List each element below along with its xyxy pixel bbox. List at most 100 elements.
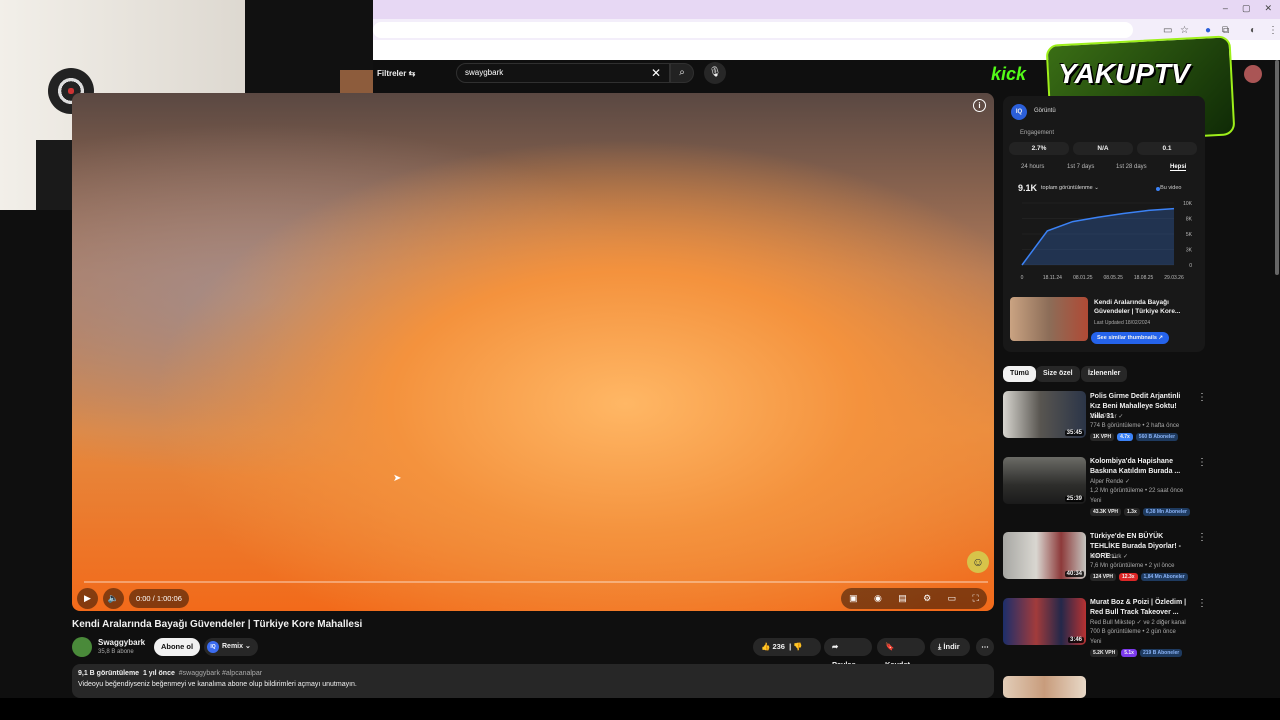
share-button[interactable]: ➦ Paylaş [824,638,872,669]
range-tab-all[interactable]: Hepsi [1170,164,1187,171]
chart-x-tick: 29.03.26 [1164,275,1184,281]
subscribers-badge: 560 B Aboneler [1135,433,1179,441]
scrollbar[interactable] [1275,60,1279,275]
profile-icon[interactable]: ◐ [1250,25,1256,36]
mute-button[interactable]: 🔈 [103,588,124,609]
filters-label: Filtreler [377,69,407,78]
window-controls[interactable]: – ▢ ✕ [1223,3,1272,14]
subscribers-badge: 219 B Aboneler [1139,649,1183,657]
more-options-icon[interactable]: ⋮ [1197,532,1207,543]
more-options-icon[interactable]: ⋮ [1197,392,1207,403]
voice-search-button[interactable]: 🎙 [704,62,726,84]
like-count: 236 [772,642,785,651]
extension-icon[interactable]: ● [1205,25,1211,36]
play-button[interactable]: ▶ [77,588,98,609]
channel-name[interactable]: Swaggybark [98,638,145,647]
subscribers-badge: 6,38 Mn Aboneler [1142,508,1190,516]
chip-watched[interactable]: İzlenenler [1081,366,1128,382]
similar-thumbnails-button[interactable]: See similar thumbnails ↗ [1091,332,1170,344]
multiplier-badge: 1.3x [1124,508,1140,516]
recommended-stats: 5.2K VPH 5.1x 219 B Aboneler [1090,649,1183,657]
chip-for-you[interactable]: Size özel [1036,366,1080,382]
channel-avatar[interactable] [72,637,92,657]
chart-x-tick: 0 [1021,275,1024,281]
like-dislike-group[interactable]: 👍 236 | 👎 [753,638,821,656]
emoji-reaction-icon[interactable]: ☺ [967,551,989,573]
engagement-label: Engagement [1020,130,1055,136]
recommended-stats: 124 VPH 12.3x 1,84 Mn Aboneler [1090,573,1188,581]
progress-bar[interactable] [84,581,988,583]
more-options-icon[interactable]: ⋮ [1197,457,1207,468]
analytics-thumbnail-title: Kendi Aralarında Bayağı Güvendeler | Tür… [1094,299,1181,315]
more-actions-button[interactable]: ⋯ [976,638,994,656]
chip-all[interactable]: Tümü [1003,366,1037,382]
video-thumbnail[interactable] [1003,676,1086,698]
microphone-icon: 🎙 [708,67,722,78]
miniplayer-icon[interactable]: ▭ [948,593,957,604]
recommended-meta: 1,2 Mn görüntüleme • 22 saat önce [1090,488,1184,494]
save-button[interactable]: 🔖 Kaydet [877,638,925,669]
more-options-icon[interactable]: ⋮ [1197,598,1207,609]
legend-label: Bu video [1160,185,1182,191]
video-player[interactable] [72,93,994,611]
search-icon: ⌕ [679,67,685,78]
range-tab-24h[interactable]: 24 hours [1021,164,1044,170]
chart-y-tick: 3K [1186,248,1193,254]
multiplier-badge: 5.1x [1121,649,1137,657]
yakuptv-logo-text: YAKUPTV [1058,58,1190,89]
duration-badge: 35:45 [1064,430,1084,436]
multiplier-badge: 12.3x [1119,573,1138,581]
engagement-metric: 2.7% [1009,142,1069,155]
subscribers-badge: 1,84 Mn Aboneler [1140,573,1188,581]
multiplier-badge: 4.7x [1117,433,1133,441]
fullscreen-icon[interactable]: ⛶ [972,593,978,604]
autoplay-toggle-icon[interactable]: ◉ [874,593,882,604]
filters-button[interactable]: Filtreler ⇆ [377,69,415,78]
settings-gear-icon[interactable]: ⚙ [923,593,931,604]
clear-search-icon[interactable]: ✕ [651,66,661,80]
vidiq-badge[interactable]: IQ [1011,104,1027,120]
video-thumbnail[interactable]: 3:46 [1003,598,1086,645]
close-window-button[interactable]: ✕ [1264,3,1272,14]
chart-y-ticks: 10K 8K 5K 3K 0 [1183,201,1193,269]
minimize-button[interactable]: – [1223,3,1228,14]
account-avatar[interactable] [1244,65,1262,83]
chart-x-tick: 08.05.25 [1103,275,1123,281]
video-thumbnail[interactable]: 40:34 [1003,532,1086,579]
thumbs-up-icon[interactable]: 👍 [761,642,770,651]
chart-x-ticks: 0 18.11.24 08.01.25 08.05.25 18.08.25 29.03.2… [1021,275,1184,281]
vph-badge: 5.2K VPH [1090,649,1119,657]
address-bar[interactable] [373,22,1133,38]
recommended-title[interactable]: Murat Boz & Poizi | Özledim | Red Bull T… [1090,598,1190,618]
video-title: Kendi Aralarında Bayağı Güvendeler | Tür… [72,619,363,630]
video-thumbnail[interactable]: 35:45 [1003,391,1086,438]
upload-age: 1 yıl önce [142,670,175,677]
bookmark-star-icon[interactable]: ☆ [1180,25,1189,36]
info-icon[interactable]: i [973,99,986,112]
subscribe-button[interactable]: Abone ol [154,638,200,656]
maximize-button[interactable]: ▢ [1242,3,1251,14]
download-button[interactable]: ⤓ İndir [930,638,970,656]
thumbs-down-icon[interactable]: 👎 [793,642,802,651]
metric-select[interactable]: toplam görüntülenme ⌄ [1041,185,1099,191]
recommended-title[interactable]: Kolombiya'da Hapishane Baskına Katıldım … [1090,457,1190,477]
recommended-channel[interactable]: Ardı Pazır ✓ [1090,413,1123,420]
extensions-icon[interactable]: ⧉ [1222,25,1229,36]
search-button[interactable]: ⌕ [670,63,694,83]
video-thumbnail[interactable]: 25:39 [1003,457,1086,504]
chart-x-tick: 18.11.24 [1043,275,1062,281]
cast-icon[interactable]: ▭ [1163,25,1172,36]
recommended-channel[interactable]: Alper Rende ✓ [1090,478,1130,485]
search-input-value: swaygbark [465,68,504,77]
hashtags[interactable]: #swaggybark #alpcanalpar [179,670,262,677]
recommended-channel[interactable]: Red Bull Mikstep ✓ ve 2 diğer kanal [1090,619,1186,626]
recommended-channel[interactable]: Mert Öztürk ✓ [1090,553,1128,560]
subtitles-icon[interactable]: ▤ [898,593,907,604]
iq-icon[interactable]: ▣ [849,593,858,604]
range-tab-7d[interactable]: 1st 7 days [1067,164,1094,170]
range-tab-28d[interactable]: 1st 28 days [1116,164,1147,170]
recommended-meta: 774 B görüntüleme • 2 hafta önce [1090,423,1180,429]
chart-legend: Bu video [1157,185,1181,191]
browser-menu-icon[interactable]: ⋮ [1268,25,1278,36]
analytics-thumbnail[interactable] [1010,297,1088,341]
